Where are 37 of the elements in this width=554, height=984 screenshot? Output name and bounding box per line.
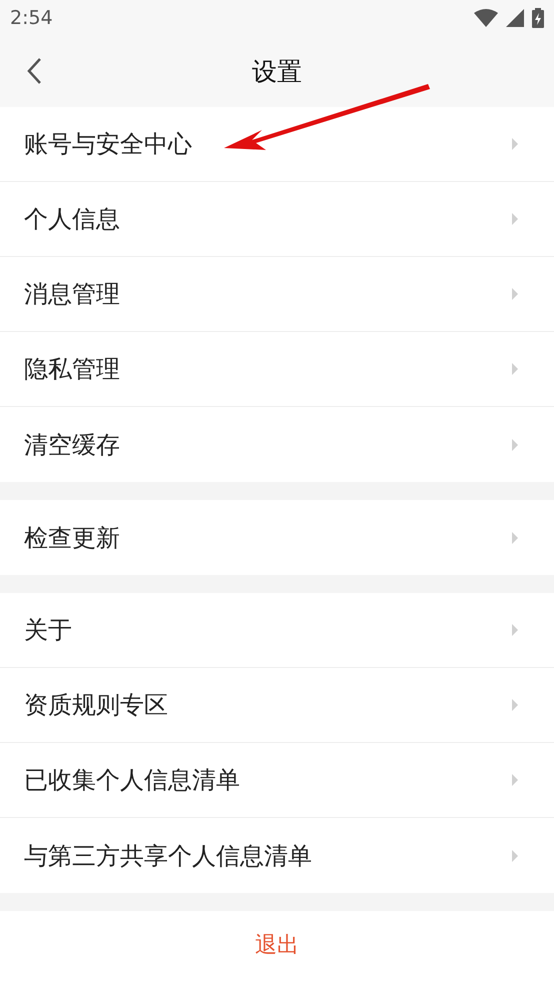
signal-icon [506, 9, 524, 27]
page-title: 设置 [252, 56, 302, 88]
settings-item[interactable]: 消息管理 [0, 257, 554, 332]
settings-item[interactable]: 与第三方共享个人信息清单 [0, 818, 554, 893]
chevron-icon [512, 624, 518, 636]
chevron-icon [512, 288, 518, 300]
item-label: 个人信息 [24, 204, 120, 235]
item-label: 检查更新 [24, 522, 120, 554]
settings-item[interactable]: 清空缓存 [0, 407, 554, 482]
settings-item[interactable]: 账号与安全中心 [0, 107, 554, 182]
item-label: 与第三方共享个人信息清单 [24, 840, 312, 872]
wifi-icon [474, 9, 498, 27]
logout-button[interactable]: 退出 [255, 929, 299, 959]
chevron-icon [512, 774, 518, 786]
chevron-icon [512, 363, 518, 375]
settings-item[interactable]: 关于 [0, 593, 554, 668]
settings-item[interactable]: 个人信息 [0, 182, 554, 257]
back-icon [27, 58, 41, 84]
item-label: 隐私管理 [24, 354, 120, 385]
item-label: 关于 [24, 615, 72, 646]
settings-item[interactable]: 资质规则专区 [0, 668, 554, 743]
settings-item[interactable]: 隐私管理 [0, 332, 554, 407]
item-label: 资质规则专区 [24, 690, 168, 721]
chevron-icon [512, 438, 518, 450]
item-label: 账号与安全中心 [24, 129, 192, 160]
item-label: 已收集个人信息清单 [24, 765, 240, 796]
item-label: 清空缓存 [24, 430, 120, 460]
chevron-icon [512, 850, 518, 862]
battery-icon [532, 8, 544, 28]
settings-item[interactable]: 已收集个人信息清单 [0, 743, 554, 818]
status-time: 2:54 [10, 6, 53, 31]
chevron-icon [512, 213, 518, 225]
chevron-icon [512, 532, 518, 544]
item-label: 消息管理 [24, 279, 120, 310]
chevron-icon [512, 699, 518, 711]
settings-item[interactable]: 检查更新 [0, 500, 554, 575]
chevron-icon [512, 138, 518, 150]
